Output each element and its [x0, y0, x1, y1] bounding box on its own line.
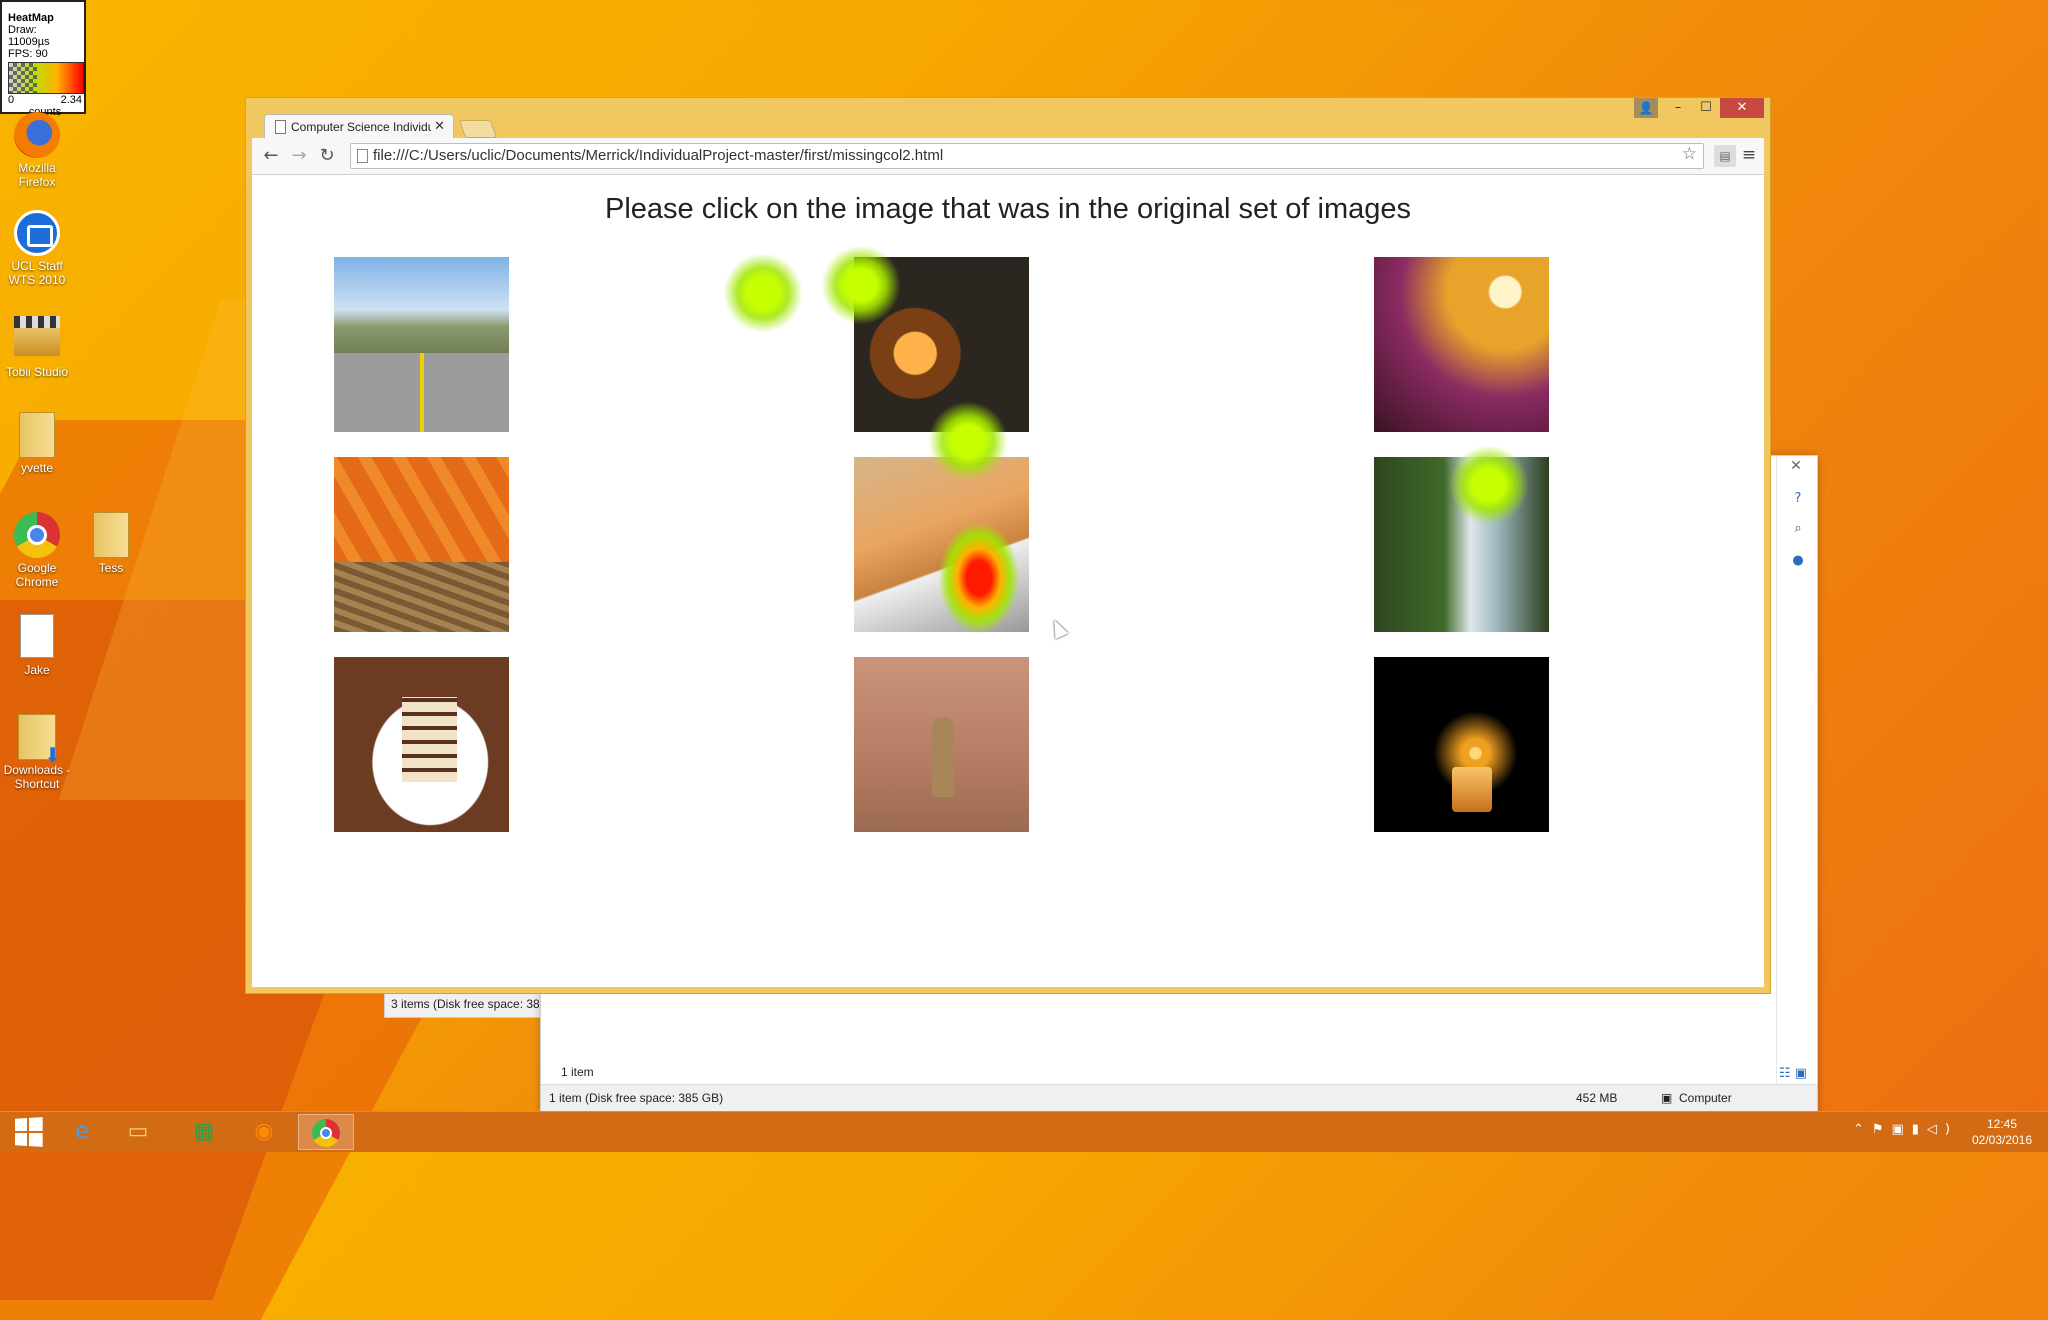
- menu-icon[interactable]: ≡: [1738, 144, 1760, 166]
- clock-time: 12:45: [1986, 1117, 2018, 1131]
- secondary-explorer-status: 3 items (Disk free space: 386: [384, 992, 544, 1018]
- downloads-folder-icon: [14, 714, 61, 763]
- bookmark-star-icon[interactable]: ☆: [1682, 144, 1697, 164]
- system-tray-icons[interactable]: ⌃⚑▣▮◁): [1853, 1122, 1958, 1137]
- chrome-taskbar-icon[interactable]: [298, 1114, 354, 1150]
- clapperboard-icon: [14, 316, 60, 362]
- heatmap-fps: FPS: 90: [8, 48, 48, 60]
- status-location: Computer: [1679, 1091, 1732, 1105]
- view-mode-icons[interactable]: ☷ ▣: [1779, 1066, 1807, 1081]
- computer-icon: ▣: [1661, 1091, 1673, 1105]
- image-meerkat[interactable]: [854, 657, 1029, 832]
- browser-toolbar: ← → ↻ file:///C:/Users/uclic/Documents/M…: [252, 138, 1764, 175]
- firefox-icon: [14, 112, 60, 158]
- reload-icon[interactable]: ↻: [316, 145, 338, 167]
- image-carrots[interactable]: [334, 457, 509, 632]
- page-icon: [357, 149, 368, 163]
- chrome-icon: [14, 512, 60, 558]
- heatmap-color-scale: [8, 62, 84, 94]
- heatmap-legend-panel: HeatMap Draw: 11009µs FPS: 90 0 2.34 cou…: [0, 0, 86, 118]
- folder-icon: [14, 412, 60, 458]
- globe-icon[interactable]: ●: [1787, 550, 1809, 572]
- desktop-icon-label: Tess: [98, 561, 124, 575]
- store-icon[interactable]: ▦: [176, 1114, 232, 1150]
- internet-explorer-icon[interactable]: e: [54, 1114, 110, 1150]
- heatmap-title: HeatMap: [8, 12, 54, 24]
- chrome-browser-window[interactable]: 👤 – ☐ ✕ Computer Science Individu ✕ ← → …: [245, 97, 1771, 994]
- taskbar: e ▭ ▦ ◉ ⌃⚑▣▮◁) 12:45 02/03/2016: [0, 1111, 2048, 1152]
- clock-date: 02/03/2016: [1971, 1133, 2033, 1147]
- desktop-icon-label: Chrome: [15, 575, 59, 589]
- file-explorer-icon[interactable]: ▭: [110, 1114, 166, 1150]
- desktop-icon-label: Google: [17, 561, 57, 575]
- start-button[interactable]: [0, 1114, 56, 1150]
- forward-arrow-icon[interactable]: →: [288, 145, 310, 167]
- heatmap-scale-min: 0: [8, 94, 15, 106]
- maximize-button[interactable]: ☐: [1692, 98, 1720, 118]
- close-button[interactable]: ✕: [1720, 98, 1764, 118]
- desktop-icon-label: Downloads -: [3, 763, 71, 777]
- firefox-icon[interactable]: ◉: [236, 1114, 292, 1150]
- profile-icon[interactable]: 👤: [1634, 98, 1658, 118]
- explorer-status-bar: 1 item (Disk free space: 385 GB) 452 MB …: [541, 1084, 1817, 1111]
- page-heading: Please click on the image that was in th…: [605, 193, 1411, 225]
- tab-title: Computer Science Individu: [291, 120, 431, 134]
- desktop-icon-yvette[interactable]: yvette: [0, 412, 75, 475]
- desktop-icon-google-chrome[interactable]: Google Chrome: [0, 512, 75, 589]
- search-icon[interactable]: ⌕: [1787, 518, 1809, 540]
- address-bar[interactable]: file:///C:/Users/uclic/Documents/Merrick…: [350, 143, 1704, 169]
- new-tab-button[interactable]: [458, 120, 498, 138]
- image-lantern[interactable]: [854, 257, 1029, 432]
- desktop-icon-downloads-shortcut[interactable]: Downloads - Shortcut: [0, 714, 75, 791]
- desktop-icon-label: yvette: [20, 461, 53, 475]
- desktop-icon-label: WTS 2010: [8, 273, 66, 287]
- desktop-icon-tess[interactable]: Tess: [73, 512, 149, 575]
- taskbar-clock[interactable]: 12:45 02/03/2016: [1970, 1116, 2034, 1148]
- gaze-heat-spot: [723, 253, 803, 333]
- remote-desktop-icon: [14, 210, 60, 256]
- folder-icon: [88, 512, 134, 558]
- close-icon[interactable]: ✕: [434, 118, 445, 134]
- close-icon[interactable]: ✕: [1783, 458, 1809, 476]
- desktop-icon-label: Tobii Studio: [5, 365, 69, 379]
- desktop-icon-firefox[interactable]: Mozilla Firefox: [0, 112, 75, 189]
- status-size: 452 MB: [1576, 1091, 1618, 1105]
- desktop-icon-label: Shortcut: [14, 777, 60, 791]
- address-url[interactable]: file:///C:/Users/uclic/Documents/Merrick…: [373, 147, 943, 164]
- windows-logo-icon: [15, 1117, 43, 1147]
- page-icon: [275, 120, 286, 134]
- image-toast[interactable]: [854, 457, 1029, 632]
- explorer-ribbon-side: ✕ ? ⌕ ●: [1776, 456, 1817, 1111]
- desktop-icon-label: Jake: [24, 663, 50, 677]
- image-saxophone[interactable]: [1374, 257, 1549, 432]
- document-icon: [14, 614, 60, 660]
- image-waterfall[interactable]: [1374, 457, 1549, 632]
- image-candle[interactable]: [1374, 657, 1549, 832]
- desktop-icon-tobii-studio[interactable]: Tobii Studio: [0, 308, 75, 379]
- desktop-icon-ucl-staff[interactable]: UCL Staff WTS 2010: [0, 210, 75, 287]
- browser-tab[interactable]: Computer Science Individu ✕: [264, 114, 454, 138]
- back-arrow-icon[interactable]: ←: [260, 145, 282, 167]
- image-cake[interactable]: [334, 657, 509, 832]
- heatmap-scale-max: 2.34: [60, 94, 82, 106]
- explorer-item-count: 1 item: [561, 1065, 594, 1079]
- image-road[interactable]: [334, 257, 509, 432]
- desktop-icon-label: Firefox: [18, 175, 56, 189]
- desktop-icon-label: Mozilla: [18, 161, 56, 175]
- extension-icon[interactable]: ▤: [1714, 145, 1736, 167]
- minimize-button[interactable]: –: [1664, 98, 1692, 118]
- heatmap-draw-time: Draw: 11009µs: [8, 24, 50, 48]
- page-viewport: Please click on the image that was in th…: [252, 175, 1764, 987]
- desktop-icon-jake[interactable]: Jake: [0, 614, 75, 677]
- status-disk-free: 1 item (Disk free space: 385 GB): [549, 1091, 724, 1105]
- desktop-icon-label: UCL Staff: [11, 259, 63, 273]
- help-icon[interactable]: ?: [1787, 488, 1809, 510]
